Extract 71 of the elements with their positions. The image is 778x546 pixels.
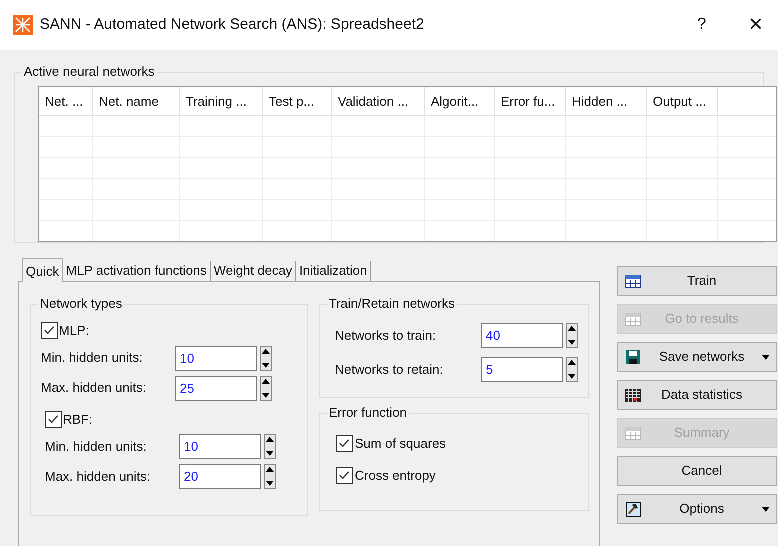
table-icon — [625, 274, 641, 288]
action-button[interactable]: Options — [617, 494, 777, 524]
check-icon — [339, 470, 350, 480]
dropdown-arrow-icon — [762, 506, 770, 512]
up-arrow-icon — [266, 437, 274, 442]
up-arrow-icon — [568, 360, 576, 365]
spinner-arrows[interactable] — [566, 357, 578, 382]
action-button[interactable]: Train — [617, 266, 777, 296]
table-icon — [625, 312, 641, 326]
down-arrow-icon — [266, 451, 274, 456]
column-header[interactable]: Error fu... — [495, 87, 566, 115]
down-arrow-icon — [262, 392, 270, 398]
column-header[interactable]: Test p... — [263, 87, 332, 115]
spinner-arrows[interactable] — [566, 323, 578, 348]
field-label: Min. hidden units: — [45, 438, 148, 456]
spinner-arrows[interactable] — [260, 346, 272, 370]
number-field[interactable]: 20 — [179, 464, 261, 489]
down-arrow-icon — [568, 374, 576, 379]
field-label: Max. hidden units: — [41, 379, 148, 398]
field-label: Networks to train: — [335, 326, 438, 345]
tab[interactable]: Initialization — [296, 261, 372, 281]
column-header[interactable]: Net. ... — [39, 87, 93, 115]
table-icon — [625, 388, 641, 402]
column-header[interactable]: Net. name — [93, 87, 180, 115]
down-arrow-icon — [262, 362, 270, 368]
field-label: Min. hidden units: — [41, 349, 144, 368]
up-arrow-icon — [266, 467, 274, 472]
up-arrow-icon — [262, 378, 270, 384]
checkbox-label: MLP: — [59, 322, 90, 340]
window-title: SANN - Automated Network Search (ANS): Spreadsheet2 — [40, 14, 424, 35]
action-button[interactable]: Cancel — [617, 456, 777, 486]
column-header[interactable]: Algorit... — [425, 87, 495, 115]
tab[interactable]: Quick — [22, 258, 64, 282]
field-label: Networks to retain: — [335, 360, 444, 379]
up-arrow-icon — [262, 348, 270, 354]
number-field[interactable]: 10 — [179, 434, 261, 459]
network-logo-icon — [13, 15, 33, 35]
column-header[interactable]: Training ... — [180, 87, 263, 115]
column-header[interactable]: Validation ... — [332, 87, 425, 115]
number-field[interactable]: 40 — [481, 323, 563, 348]
checkbox[interactable] — [336, 466, 353, 484]
checkbox-label: Cross entropy — [355, 466, 436, 485]
help-button[interactable]: ? — [682, 13, 722, 37]
column-header[interactable]: Hidden ... — [566, 87, 647, 115]
check-icon — [339, 439, 350, 448]
checkbox-label: Sum of squares — [355, 435, 446, 453]
checkbox[interactable] — [45, 410, 62, 428]
down-arrow-icon — [266, 481, 274, 486]
number-field[interactable]: 10 — [175, 346, 257, 370]
number-field[interactable]: 25 — [175, 376, 257, 400]
checkbox[interactable] — [41, 322, 58, 340]
down-arrow-icon — [568, 340, 576, 345]
action-button[interactable]: Save networks — [617, 342, 777, 372]
column-header[interactable]: Output ... — [647, 87, 718, 115]
check-icon — [44, 326, 55, 336]
hammer-icon — [626, 502, 640, 516]
tab[interactable]: Weight decay — [210, 261, 296, 281]
table-icon — [625, 426, 641, 440]
check-icon — [48, 414, 59, 424]
tab[interactable]: MLP activation functions — [63, 261, 211, 281]
checkbox[interactable] — [336, 435, 353, 452]
close-button[interactable]: × — [736, 7, 776, 43]
dropdown-arrow-icon — [762, 354, 770, 360]
up-arrow-icon — [568, 326, 576, 331]
spinner-arrows[interactable] — [264, 464, 276, 489]
spinner-arrows[interactable] — [264, 434, 276, 459]
spinner-arrows[interactable] — [260, 376, 272, 400]
field-label: Max. hidden units: — [45, 468, 152, 486]
number-field[interactable]: 5 — [481, 357, 563, 382]
action-button[interactable]: Data statistics — [617, 380, 777, 410]
checkbox-label: RBF: — [63, 410, 93, 428]
